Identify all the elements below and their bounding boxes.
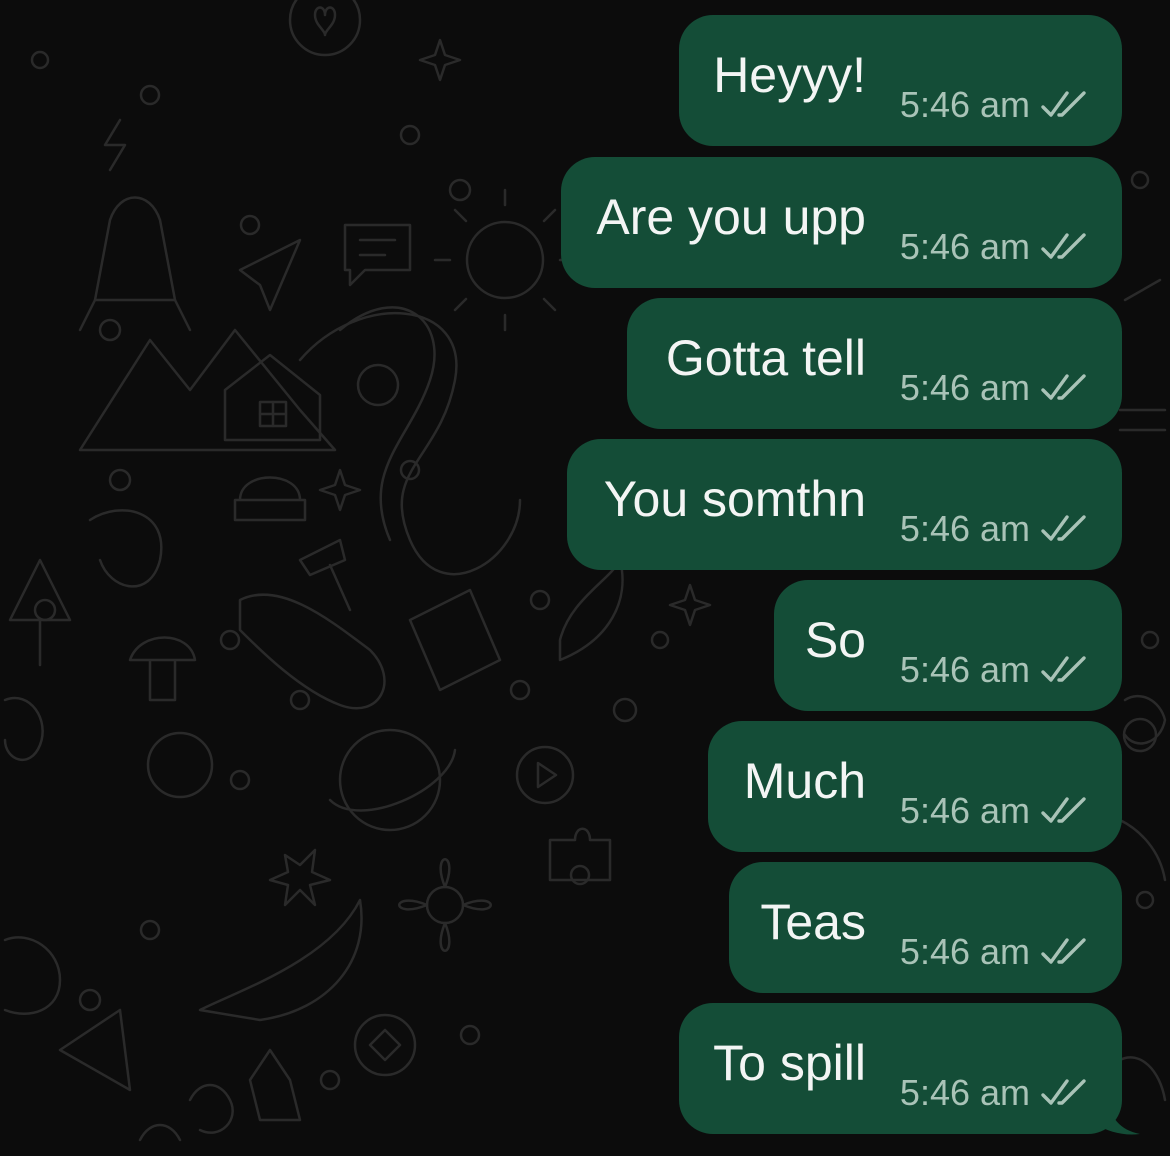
message-bubble[interactable]: To spill 5:46 am (679, 1003, 1122, 1134)
read-double-check-icon (1041, 938, 1086, 964)
message-meta: 5:46 am (900, 83, 1090, 127)
message-text: Teas (760, 894, 866, 950)
message-time: 5:46 am (899, 931, 1030, 972)
message-time: 5:46 am (899, 367, 1030, 408)
message-time: 5:46 am (899, 84, 1030, 125)
message-text: Much (743, 753, 866, 809)
message-time: 5:46 am (899, 790, 1030, 831)
message-meta: 5:46 am (900, 789, 1090, 833)
message-meta: 5:46 am (900, 648, 1090, 692)
read-double-check-icon (1041, 233, 1086, 259)
read-double-check-icon (1041, 797, 1086, 823)
message-meta: 5:46 am (900, 507, 1090, 551)
message-time: 5:46 am (899, 226, 1030, 267)
message-meta: 5:46 am (900, 366, 1090, 410)
message-text: To spill (713, 1035, 866, 1091)
message-text: Are you upp (596, 189, 866, 245)
message-bubble[interactable]: So 5:46 am (774, 580, 1122, 711)
message-meta: 5:46 am (900, 1071, 1090, 1115)
read-double-check-icon (1041, 656, 1086, 682)
message-meta: 5:46 am (900, 225, 1090, 269)
message-bubble[interactable]: Gotta tell 5:46 am (627, 298, 1122, 429)
message-text: Heyyy! (713, 47, 866, 103)
message-bubble[interactable]: Much 5:46 am (708, 721, 1122, 852)
message-text: You somthn (603, 471, 866, 527)
message-text: So (804, 612, 866, 668)
message-meta: 5:46 am (900, 930, 1090, 974)
message-bubble[interactable]: Are you upp 5:46 am (561, 157, 1122, 288)
read-double-check-icon (1041, 91, 1086, 117)
chat-view: Heyyy! 5:46 am Are you upp 5:46 am Gotta… (0, 0, 1170, 1156)
read-double-check-icon (1041, 1079, 1086, 1105)
message-bubble[interactable]: Heyyy! 5:46 am (679, 15, 1122, 146)
message-bubble[interactable]: You somthn 5:46 am (567, 439, 1122, 570)
read-double-check-icon (1041, 515, 1086, 541)
message-time: 5:46 am (899, 649, 1030, 690)
message-time: 5:46 am (899, 508, 1030, 549)
message-time: 5:46 am (899, 1072, 1030, 1113)
read-double-check-icon (1041, 374, 1086, 400)
message-bubble[interactable]: Teas 5:46 am (729, 862, 1122, 993)
message-text: Gotta tell (665, 330, 866, 386)
